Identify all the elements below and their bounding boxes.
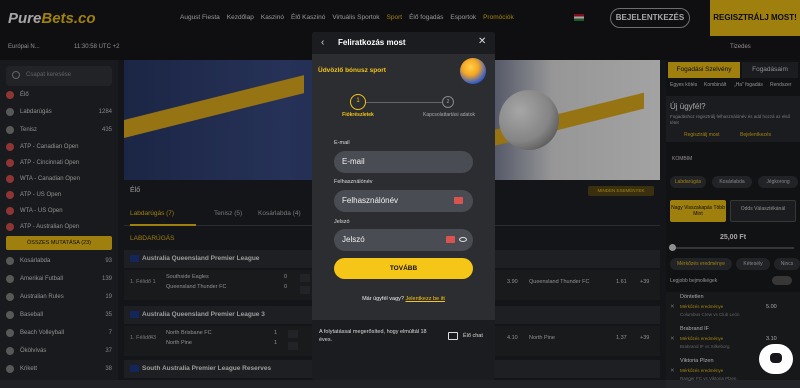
step-2-indicator: 2 [442,96,454,108]
live-chat-link[interactable]: Élő chat [463,333,483,339]
password-placeholder: Jelszó [342,235,365,244]
floating-chat-button[interactable] [759,344,793,374]
back-icon[interactable]: ‹ [321,37,324,48]
age-confirmation-text: A folytatással megerősíted, hogy elmúltá… [319,329,427,343]
email-placeholder: E-mail [342,157,365,166]
modal-header: ‹ Feliratkozás most ✕ [312,32,495,54]
password-label: Jelszó [334,219,350,225]
signup-modal: ‹ Feliratkozás most ✕ Üdvözlő bónusz spo… [312,32,495,380]
username-label: Felhasználónév [334,179,373,185]
bonus-ball-icon [460,58,486,84]
stepper-line [365,102,448,103]
chat-icon[interactable] [448,332,458,340]
email-label: E-mail [334,140,350,146]
already-customer-label: Már ügyfél vagy? [362,296,404,302]
close-icon[interactable]: ✕ [478,36,486,47]
step-2-label: Kapcsolattartási adatok [423,112,475,118]
next-button[interactable]: TOVÁBB [334,258,473,279]
password-field[interactable]: Jelszó [334,229,473,251]
username-field[interactable]: Felhasználónév [334,190,473,212]
login-here-link[interactable]: Jelentkezz be itt [405,296,444,302]
modal-title: Feliratkozás most [338,38,406,47]
eye-icon[interactable] [459,237,467,242]
autofill-icon[interactable] [454,197,463,204]
welcome-bonus-label: Üdvözlő bónusz sport [318,67,386,74]
autofill-icon[interactable] [446,236,455,243]
already-customer-text: Már ügyfél vagy? Jelentkezz be itt [312,296,495,302]
chat-bubble-icon [770,353,782,363]
modal-footer: A folytatással megerősíted, hogy elmúltá… [312,320,495,380]
username-placeholder: Felhasználónév [342,196,399,205]
step-1-indicator: 1 [350,94,366,110]
step-1-label: Fiókrészletek [342,112,374,118]
email-field[interactable]: E-mail [334,151,473,173]
